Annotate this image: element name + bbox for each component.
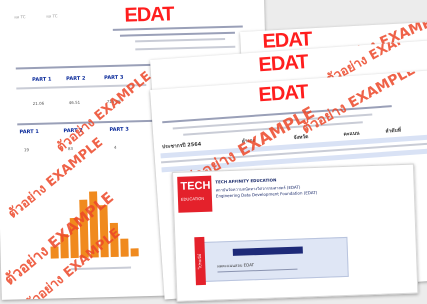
side-label-box: ไปรษณีย์ bbox=[194, 236, 206, 286]
edat-logo: EDAT bbox=[257, 51, 309, 77]
table-header: คะแนน bbox=[343, 130, 360, 138]
corner-label: ผล TC bbox=[14, 14, 26, 20]
part-header: PART 3 bbox=[109, 126, 129, 134]
part-header: PART 2 bbox=[66, 75, 86, 83]
part-value: 21.06 bbox=[32, 100, 45, 107]
envelope: TECH EDUCATION TECH AFFINITY EDUCATION ส… bbox=[172, 163, 419, 302]
corner-label: ผล TC bbox=[46, 13, 58, 19]
table-header: ลำดับที่ bbox=[385, 127, 402, 135]
brand-logo-subtext: EDUCATION bbox=[180, 195, 205, 202]
part-value: 4 bbox=[113, 144, 117, 150]
side-label: ไปรษณีย์ bbox=[196, 253, 203, 270]
part-value: 19 bbox=[23, 147, 30, 153]
part-header: PART 3 bbox=[104, 74, 124, 82]
part-header: PART 1 bbox=[32, 76, 52, 84]
histogram-bar bbox=[130, 248, 139, 257]
edat-logo: EDAT bbox=[124, 3, 174, 27]
org-name: TECH AFFINITY EDUCATION bbox=[215, 177, 277, 185]
brand-logo: TECH EDUCATION bbox=[177, 175, 213, 213]
table-header: ประชากรปี 2564 bbox=[161, 141, 202, 151]
envelope-window: ไปรษณีย์ ผลคะแนนสอบ EDAT bbox=[194, 236, 349, 286]
part-value: 46.51 bbox=[68, 99, 81, 106]
part-header: PART 1 bbox=[19, 128, 39, 136]
brand-logo-text: TECH bbox=[180, 179, 211, 193]
recipient-name-redacted bbox=[232, 246, 303, 256]
address-line: ผลคะแนนสอบ EDAT bbox=[217, 262, 255, 269]
